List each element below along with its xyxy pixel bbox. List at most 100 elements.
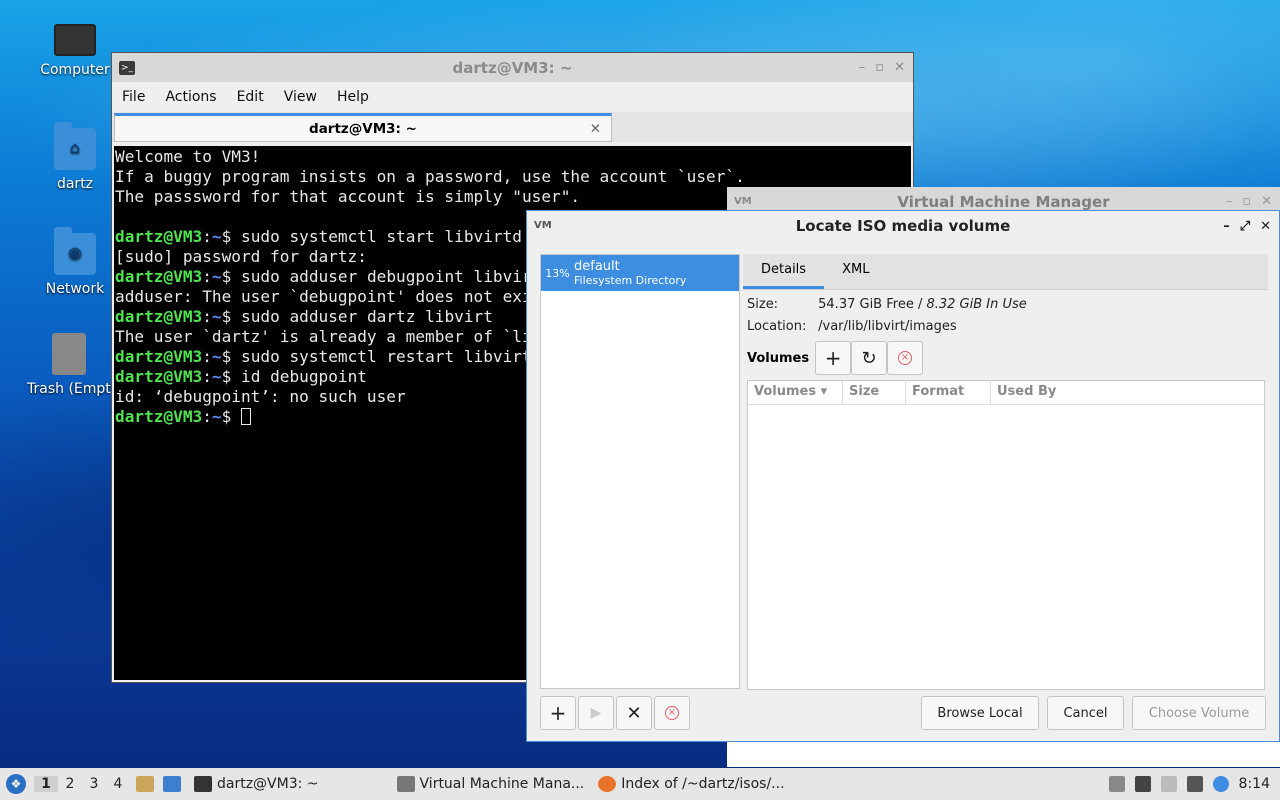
- close-icon[interactable]: ✕: [1260, 219, 1271, 234]
- close-tab-icon[interactable]: ✕: [590, 121, 601, 137]
- size-free: 54.37 GiB Free /: [818, 297, 927, 312]
- computer-icon: [54, 24, 96, 56]
- clipboard-icon[interactable]: [1160, 776, 1177, 792]
- vmm-icon: [396, 776, 415, 792]
- prompt-dir: ~: [211, 307, 222, 326]
- network-icon[interactable]: [1186, 776, 1203, 792]
- desktop-icon: [163, 776, 181, 792]
- prompt-dir: ~: [211, 347, 222, 366]
- pool-usage-percent: 13%: [545, 266, 570, 280]
- tab-xml[interactable]: XML: [824, 254, 887, 289]
- add-pool-button[interactable]: +: [540, 696, 576, 730]
- prompt-command: $ sudo adduser dartz libvirt: [221, 307, 493, 326]
- dialog-title: Locate ISO media volume: [795, 217, 1011, 235]
- column-header-size[interactable]: Size: [843, 381, 906, 404]
- size-label: Size:: [747, 297, 779, 312]
- trash-icon: [52, 333, 86, 375]
- task-terminal[interactable]: dartz@VM3: ~: [194, 776, 319, 792]
- desktop-icon-computer[interactable]: Computer: [27, 18, 123, 78]
- desktop-icon-network[interactable]: ◉ Network: [27, 227, 123, 297]
- pool-details-pane: Details XML Size: 54.37 GiB Free / 8.32 …: [743, 254, 1268, 690]
- tab-bar: dartz@VM3: ~ ✕: [112, 112, 913, 142]
- menu-actions[interactable]: Actions: [155, 89, 226, 105]
- storage-pool-list: 13% default Filesystem Directory: [540, 254, 740, 689]
- browse-local-button[interactable]: Browse Local: [921, 696, 1039, 730]
- refresh-volumes-button[interactable]: ↻: [851, 341, 888, 375]
- volume-icon[interactable]: [1134, 776, 1151, 792]
- tab-details[interactable]: Details: [743, 254, 825, 289]
- eject-icon[interactable]: [1108, 776, 1125, 792]
- choose-volume-button[interactable]: Choose Volume: [1132, 696, 1266, 730]
- menu-view[interactable]: View: [274, 89, 327, 105]
- workspace-4[interactable]: 4: [106, 776, 130, 792]
- stop-icon: ✕: [626, 702, 642, 724]
- close-icon[interactable]: ✕: [894, 60, 905, 75]
- location-row: Location: /var/lib/libvirt/images: [747, 319, 957, 334]
- prompt-user-host: dartz@VM3: [115, 367, 203, 386]
- terminal-line: Welcome to VM3!: [115, 147, 261, 166]
- plus-icon: +: [824, 346, 842, 370]
- terminal-titlebar[interactable]: >_ dartz@VM3: ~ – ▫ ✕: [112, 53, 913, 82]
- pool-toolbar: + ▶ ✕ ×: [540, 696, 692, 730]
- play-icon: ▶: [590, 705, 602, 721]
- notification-icon[interactable]: [1212, 776, 1229, 792]
- terminal-tab[interactable]: dartz@VM3: ~ ✕: [114, 113, 612, 142]
- network-folder-icon: ◉: [54, 227, 96, 275]
- stop-pool-button[interactable]: ✕: [616, 696, 652, 730]
- location-label: Location:: [747, 319, 807, 334]
- column-header-format[interactable]: Format: [906, 381, 991, 404]
- menu-file[interactable]: File: [112, 89, 155, 105]
- pool-item-default[interactable]: 13% default Filesystem Directory: [541, 255, 739, 291]
- delete-pool-button[interactable]: ×: [654, 696, 690, 730]
- task-firefox[interactable]: Index of /~dartz/isos/...: [598, 776, 785, 792]
- volumes-table[interactable]: Volumes ▾ Size Format Used By: [747, 380, 1265, 690]
- clock[interactable]: 8:14: [1239, 776, 1270, 792]
- size-row: Size: 54.37 GiB Free / 8.32 GiB In Use: [747, 297, 1027, 312]
- cancel-button[interactable]: Cancel: [1047, 696, 1124, 730]
- workspace-1[interactable]: 1: [34, 776, 58, 792]
- prompt-command: $ id debugpoint: [221, 367, 367, 386]
- vmm-app-icon: VM: [534, 220, 552, 231]
- start-pool-button[interactable]: ▶: [578, 696, 614, 730]
- show-desktop-launcher[interactable]: [163, 776, 186, 792]
- prompt-command: $ sudo systemctl restart libvirtd: [221, 347, 542, 366]
- taskbar: ❖ 1 2 3 4 dartz@VM3: ~ Virtual Machine M…: [0, 768, 1280, 800]
- task-vmm[interactable]: Virtual Machine Mana...: [396, 776, 584, 792]
- tab-title: dartz@VM3: ~: [309, 120, 417, 137]
- maximize-icon[interactable]: ⤢: [1240, 219, 1250, 234]
- add-volume-button[interactable]: +: [815, 341, 852, 375]
- close-icon[interactable]: ✕: [1261, 194, 1272, 209]
- maximize-icon[interactable]: ▫: [1242, 194, 1251, 209]
- dialog-titlebar[interactable]: VM Locate ISO media volume – ⤢ ✕: [527, 211, 1279, 241]
- details-tabs: Details XML: [743, 254, 1268, 290]
- delete-volume-button[interactable]: ×: [887, 341, 924, 375]
- workspace-2[interactable]: 2: [58, 776, 82, 792]
- workspace-3[interactable]: 3: [82, 776, 106, 792]
- app-menu-icon[interactable]: ❖: [6, 774, 26, 794]
- menu-help[interactable]: Help: [327, 89, 379, 105]
- menu-edit[interactable]: Edit: [227, 89, 274, 105]
- desktop-icon-home[interactable]: ⌂ dartz: [27, 122, 123, 192]
- prompt-dir: ~: [211, 407, 222, 426]
- locate-iso-dialog[interactable]: VM Locate ISO media volume – ⤢ ✕ 13% def…: [526, 210, 1280, 742]
- firefox-icon: [598, 776, 617, 792]
- column-header-volumes[interactable]: Volumes ▾: [748, 381, 843, 404]
- pool-type: Filesystem Directory: [574, 274, 687, 287]
- maximize-icon[interactable]: ▫: [875, 60, 884, 75]
- file-manager-icon: [136, 776, 154, 792]
- desktop-icon-trash[interactable]: Trash (Empty): [27, 333, 111, 397]
- prompt-dir: ~: [211, 367, 222, 386]
- minimize-icon[interactable]: –: [1223, 219, 1230, 234]
- volumes-table-header: Volumes ▾ Size Format Used By: [748, 381, 1264, 405]
- prompt-dir: ~: [211, 267, 222, 286]
- column-header-used-by[interactable]: Used By: [991, 381, 1062, 404]
- home-folder-icon: ⌂: [54, 122, 96, 170]
- task-label: Index of /~dartz/isos/...: [621, 776, 785, 792]
- volumes-toolbar: Volumes + ↻ ×: [747, 341, 924, 375]
- file-manager-launcher[interactable]: [136, 776, 159, 792]
- minimize-icon[interactable]: –: [859, 60, 866, 75]
- minimize-icon[interactable]: –: [1226, 194, 1233, 209]
- sort-down-icon: ▾: [820, 384, 828, 399]
- window-title: Virtual Machine Manager: [897, 192, 1110, 211]
- size-used: 8.32 GiB In Use: [926, 297, 1027, 312]
